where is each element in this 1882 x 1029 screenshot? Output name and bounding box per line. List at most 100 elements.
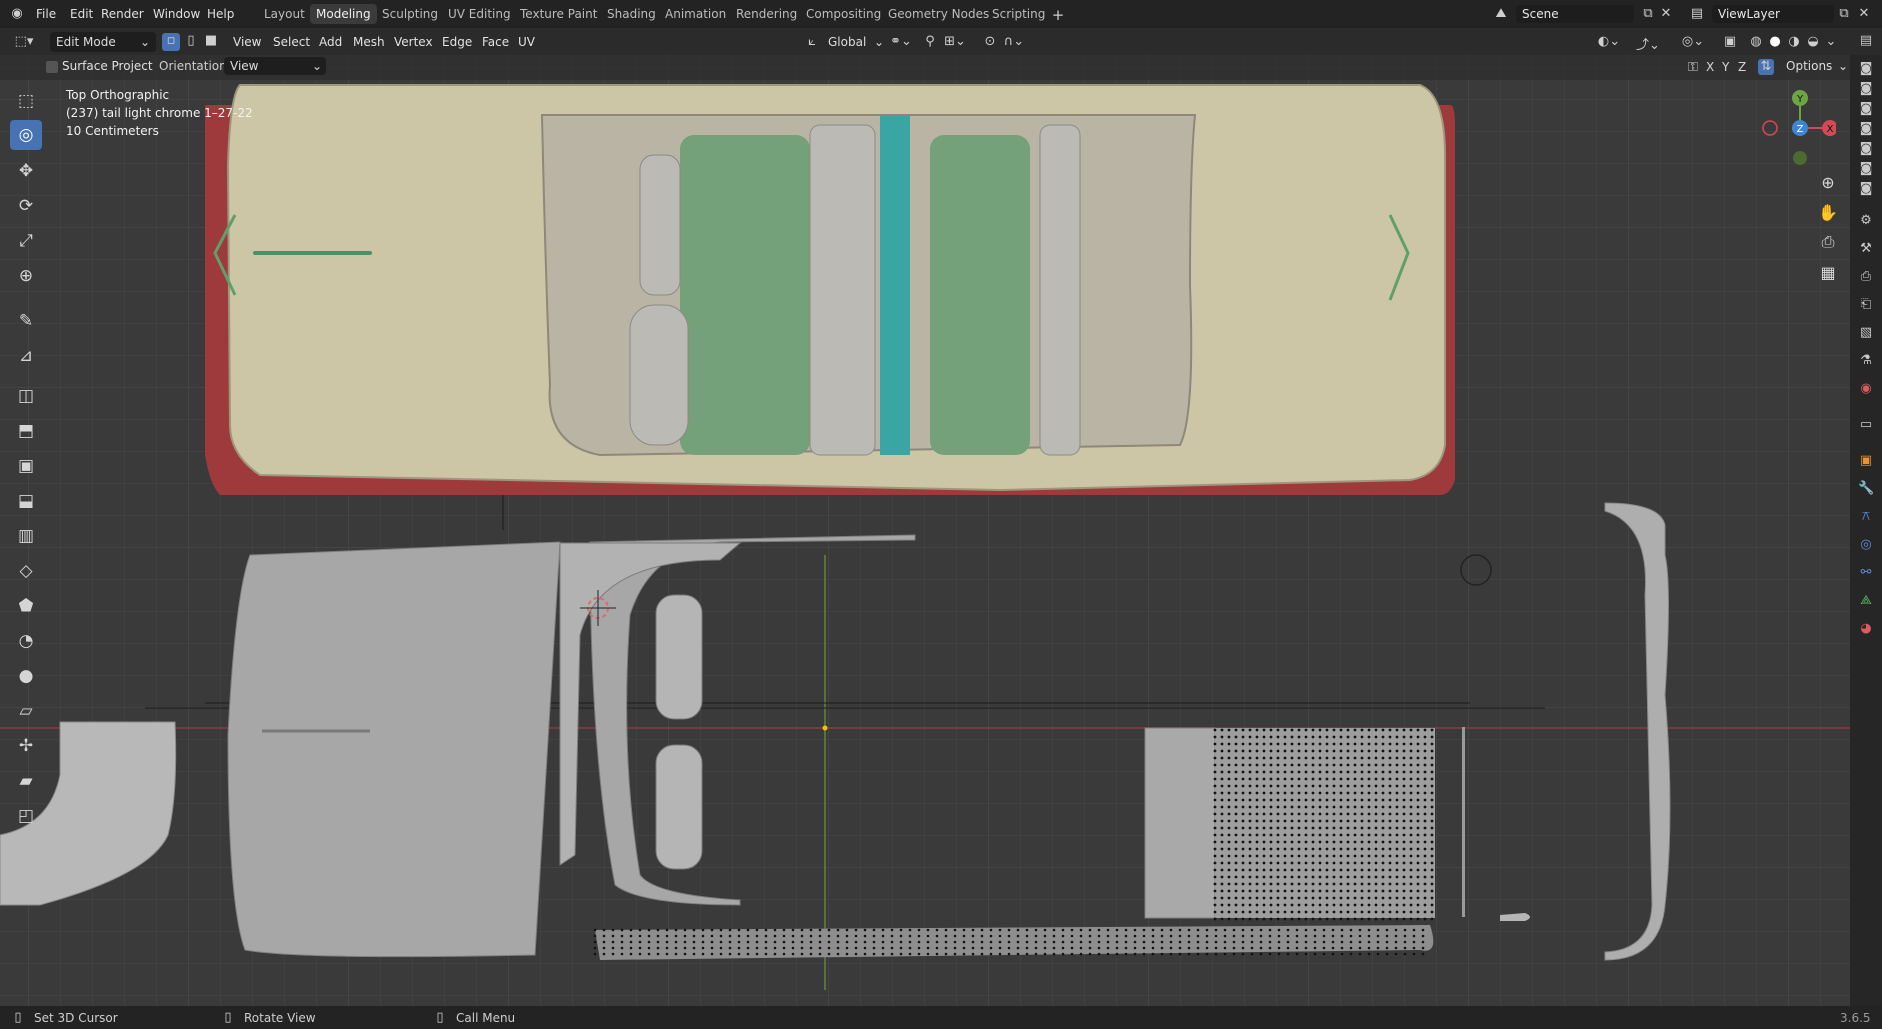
shear-tool-icon[interactable]: ▰ bbox=[10, 766, 42, 796]
axis-z-toggle[interactable]: Z bbox=[1738, 60, 1746, 74]
menu-select[interactable]: Select bbox=[273, 32, 310, 52]
proportional-edit-icon[interactable]: ⊙ bbox=[982, 34, 998, 49]
new-view-layer-icon[interactable]: ⧉ bbox=[1836, 6, 1852, 21]
transform-tool-icon[interactable]: ⊕ bbox=[10, 261, 42, 291]
smooth-tool-icon[interactable]: ● bbox=[10, 661, 42, 691]
navigation-gizmo[interactable]: Y Z X bbox=[1752, 86, 1836, 170]
menu-face[interactable]: Face bbox=[482, 32, 509, 52]
new-scene-icon[interactable]: ⧉ bbox=[1640, 6, 1656, 21]
tab-modeling[interactable]: Modeling bbox=[310, 4, 377, 24]
scene-name-field[interactable]: Scene bbox=[1516, 5, 1634, 23]
properties-menu-icon[interactable]: ▤ bbox=[1858, 33, 1874, 49]
menu-vertex[interactable]: Vertex bbox=[394, 32, 433, 52]
bevel-tool-icon[interactable]: ⬓ bbox=[10, 486, 42, 516]
axis-x-toggle[interactable]: X bbox=[1706, 60, 1714, 74]
tab-uv-editing[interactable]: UV Editing bbox=[442, 4, 517, 24]
spin-tool-icon[interactable]: ◔ bbox=[10, 626, 42, 656]
particle-properties-icon[interactable]: ⚻ bbox=[1858, 509, 1874, 525]
menu-render[interactable]: Render bbox=[101, 5, 144, 23]
scene-properties-icon[interactable]: ⚗ bbox=[1858, 353, 1874, 369]
gizmo-toggle-icon[interactable]: ⤴⌄ bbox=[1634, 34, 1662, 53]
surface-project-checkbox[interactable] bbox=[46, 61, 58, 73]
falloff-icon[interactable]: ∩⌄ bbox=[1002, 34, 1026, 49]
vertex-select-icon[interactable]: ▫ bbox=[162, 33, 180, 51]
inset-tool-icon[interactable]: ▣ bbox=[10, 451, 42, 481]
select-box-tool-icon[interactable]: ⬚ bbox=[10, 86, 42, 116]
gizmo-neg-y-handle[interactable] bbox=[1793, 151, 1807, 165]
scene-icon[interactable]: ⛰ bbox=[1490, 6, 1512, 21]
snap-icon[interactable]: ⚲ bbox=[922, 34, 938, 49]
camera-view-icon[interactable]: ⎙ bbox=[1815, 229, 1841, 255]
pivot-point-icon[interactable]: ⚭⌄ bbox=[888, 34, 914, 49]
menu-file[interactable]: File bbox=[36, 5, 56, 23]
output-properties-icon[interactable]: ⎗ bbox=[1858, 297, 1874, 313]
mirror-icon[interactable]: ⚿ bbox=[1686, 60, 1700, 75]
pan-hand-icon[interactable]: ✋ bbox=[1815, 200, 1841, 226]
tab-shading[interactable]: Shading bbox=[601, 4, 662, 24]
add-workspace-icon[interactable]: + bbox=[1050, 6, 1066, 24]
world-properties-icon[interactable]: ◉ bbox=[1858, 381, 1874, 397]
menu-uv[interactable]: UV bbox=[518, 32, 535, 52]
add-cube-tool-icon[interactable]: ◫ bbox=[10, 381, 42, 411]
move-tool-icon[interactable]: ✥ bbox=[10, 156, 42, 186]
camera-icon[interactable]: ◙ bbox=[1858, 121, 1874, 137]
tab-texture-paint[interactable]: Texture Paint bbox=[514, 4, 603, 24]
tab-animation[interactable]: Animation bbox=[659, 4, 732, 24]
camera-icon[interactable]: ◙ bbox=[1858, 141, 1874, 157]
zoom-icon[interactable]: ⊕ bbox=[1815, 170, 1841, 196]
camera-icon[interactable]: ◙ bbox=[1858, 81, 1874, 97]
camera-icon[interactable]: ◙ bbox=[1858, 181, 1874, 197]
mode-dropdown[interactable]: Edit Mode ⌄ bbox=[50, 32, 156, 52]
wrench-tool-icon[interactable]: ⚒ bbox=[1858, 241, 1874, 257]
collection-properties-icon[interactable]: ▭ bbox=[1858, 417, 1874, 433]
scale-tool-icon[interactable]: ⤢ bbox=[10, 226, 42, 256]
camera-icon[interactable]: ◙ bbox=[1858, 161, 1874, 177]
loop-cut-tool-icon[interactable]: ▥ bbox=[10, 521, 42, 551]
axis-y-toggle[interactable]: Y bbox=[1722, 60, 1729, 74]
ortho-grid-icon[interactable]: ▦ bbox=[1815, 260, 1841, 286]
close-icon[interactable]: ✕ bbox=[1856, 6, 1872, 21]
measure-tool-icon[interactable]: ⊿ bbox=[10, 341, 42, 371]
tab-rendering[interactable]: Rendering bbox=[730, 4, 803, 24]
menu-edge[interactable]: Edge bbox=[442, 32, 472, 52]
editor-type-icon[interactable]: ⬚▾ bbox=[12, 34, 36, 49]
options-dropdown[interactable]: Options ⌄ bbox=[1780, 57, 1850, 75]
annotate-tool-icon[interactable]: ✎ bbox=[10, 306, 42, 336]
overlays-icon[interactable]: ◎⌄ bbox=[1678, 34, 1708, 49]
edge-slide-tool-icon[interactable]: ▱ bbox=[10, 696, 42, 726]
camera-icon[interactable]: ◙ bbox=[1858, 61, 1874, 77]
close-icon[interactable]: ✕ bbox=[1658, 6, 1674, 21]
3d-viewport[interactable] bbox=[0, 55, 1850, 1006]
transform-orientation-dropdown[interactable]: Global ⌄ bbox=[822, 32, 884, 52]
tab-compositing[interactable]: Compositing bbox=[800, 4, 887, 24]
menu-view[interactable]: View bbox=[233, 32, 261, 52]
menu-help[interactable]: Help bbox=[207, 5, 234, 23]
snap-target-icon[interactable]: ⊞⌄ bbox=[942, 34, 968, 49]
modifier-properties-icon[interactable]: 🔧 bbox=[1858, 481, 1874, 497]
face-select-icon[interactable]: ■ bbox=[202, 33, 220, 48]
xray-icon[interactable]: ▣ bbox=[1722, 34, 1738, 49]
tool-tab-icon[interactable]: ⚙ bbox=[1858, 213, 1874, 229]
cursor-tool-icon[interactable]: ◎ bbox=[10, 120, 42, 150]
tab-layout[interactable]: Layout bbox=[258, 4, 311, 24]
menu-edit[interactable]: Edit bbox=[70, 5, 93, 23]
blender-logo-icon[interactable]: ◉ bbox=[9, 6, 25, 21]
rip-tool-icon[interactable]: ◰ bbox=[10, 801, 42, 831]
physics-properties-icon[interactable]: ◎ bbox=[1858, 537, 1874, 553]
menu-add[interactable]: Add bbox=[319, 32, 342, 52]
poly-build-tool-icon[interactable]: ⬟ bbox=[10, 591, 42, 621]
knife-tool-icon[interactable]: ◇ bbox=[10, 556, 42, 586]
material-properties-icon[interactable]: ◕ bbox=[1858, 621, 1874, 637]
camera-icon[interactable]: ◙ bbox=[1858, 101, 1874, 117]
chevron-down-icon[interactable]: ⌄ bbox=[1824, 34, 1838, 49]
gizmo-neg-x-handle[interactable] bbox=[1762, 120, 1778, 136]
visibility-icon[interactable]: ◐⌄ bbox=[1596, 34, 1622, 49]
rendered-shading-icon[interactable]: ◒ bbox=[1805, 34, 1821, 49]
tab-sculpting[interactable]: Sculpting bbox=[376, 4, 444, 24]
auto-merge-icon[interactable]: ⇅ bbox=[1758, 59, 1774, 75]
data-properties-icon[interactable]: ⟁ bbox=[1858, 593, 1874, 609]
orientation-dropdown[interactable]: View ⌄ bbox=[224, 57, 326, 75]
wireframe-shading-icon[interactable]: ◍ bbox=[1748, 34, 1764, 49]
menu-window[interactable]: Window bbox=[153, 5, 200, 23]
rotate-tool-icon[interactable]: ⟳ bbox=[10, 191, 42, 221]
